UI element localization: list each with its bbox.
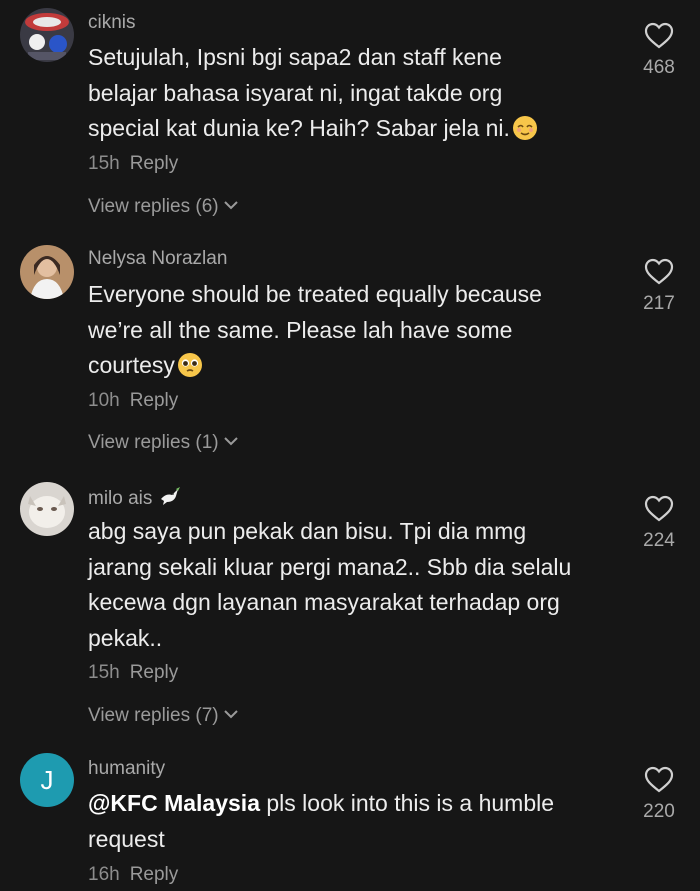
avatar[interactable] [20, 8, 74, 62]
chevron-down-icon [223, 430, 239, 452]
comment-username[interactable]: milo ais [88, 485, 182, 513]
heart-icon[interactable] [622, 495, 696, 528]
comment-text: abg saya pun pekak dan bisu. Tpi dia mmg… [88, 518, 572, 651]
comment-time: 15h [88, 662, 120, 683]
reply-button[interactable]: Reply [130, 864, 179, 885]
like-group: 217 [622, 258, 696, 315]
like-group: 468 [622, 22, 696, 79]
avatar[interactable] [20, 245, 74, 299]
reply-button[interactable]: Reply [130, 662, 179, 683]
like-count: 224 [643, 530, 675, 551]
heart-icon[interactable] [622, 258, 696, 291]
comment-meta: 15h Reply [88, 153, 178, 175]
dove-icon [158, 485, 182, 513]
avatar[interactable] [20, 482, 74, 536]
chevron-down-icon [223, 703, 239, 725]
comment-time: 16h [88, 864, 120, 885]
view-replies-button[interactable]: View replies (1) [88, 430, 239, 454]
like-count: 468 [643, 57, 675, 78]
comment-meta: 16h Reply [88, 864, 178, 886]
like-group: 224 [622, 495, 696, 552]
avatar[interactable]: J [20, 753, 74, 807]
comment-time: 10h [88, 390, 120, 411]
mention-link[interactable]: @KFC Malaysia [88, 790, 260, 816]
heart-icon[interactable] [622, 22, 696, 55]
like-count: 217 [643, 293, 675, 314]
like-count: 220 [643, 801, 675, 822]
comment-username[interactable]: humanity [88, 758, 165, 780]
comment-time: 15h [88, 153, 120, 174]
avatar-letter: J [40, 764, 54, 795]
comment-meta: 15h Reply [88, 662, 178, 684]
comment-text: @KFC Malaysia pls look into this is a hu… [88, 790, 555, 852]
comment-meta: 10h Reply [88, 390, 178, 412]
heart-icon[interactable] [622, 766, 696, 799]
reply-button[interactable]: Reply [130, 153, 179, 174]
view-replies-button[interactable]: View replies (7) [88, 703, 239, 727]
comment-text: Everyone should be treated equally becau… [88, 277, 608, 389]
comment-username[interactable]: ciknis [88, 12, 136, 34]
like-group: 220 [622, 766, 696, 823]
comment-username[interactable]: Nelysa Norazlan [88, 248, 227, 270]
comment-text: Setujulah, Ipsni bgi sapa2 dan staff ken… [88, 40, 608, 152]
relieved-face-emoji [512, 115, 538, 152]
reply-button[interactable]: Reply [130, 390, 179, 411]
chevron-down-icon [223, 194, 239, 216]
pleading-face-emoji [177, 352, 203, 389]
view-replies-button[interactable]: View replies (6) [88, 194, 239, 218]
